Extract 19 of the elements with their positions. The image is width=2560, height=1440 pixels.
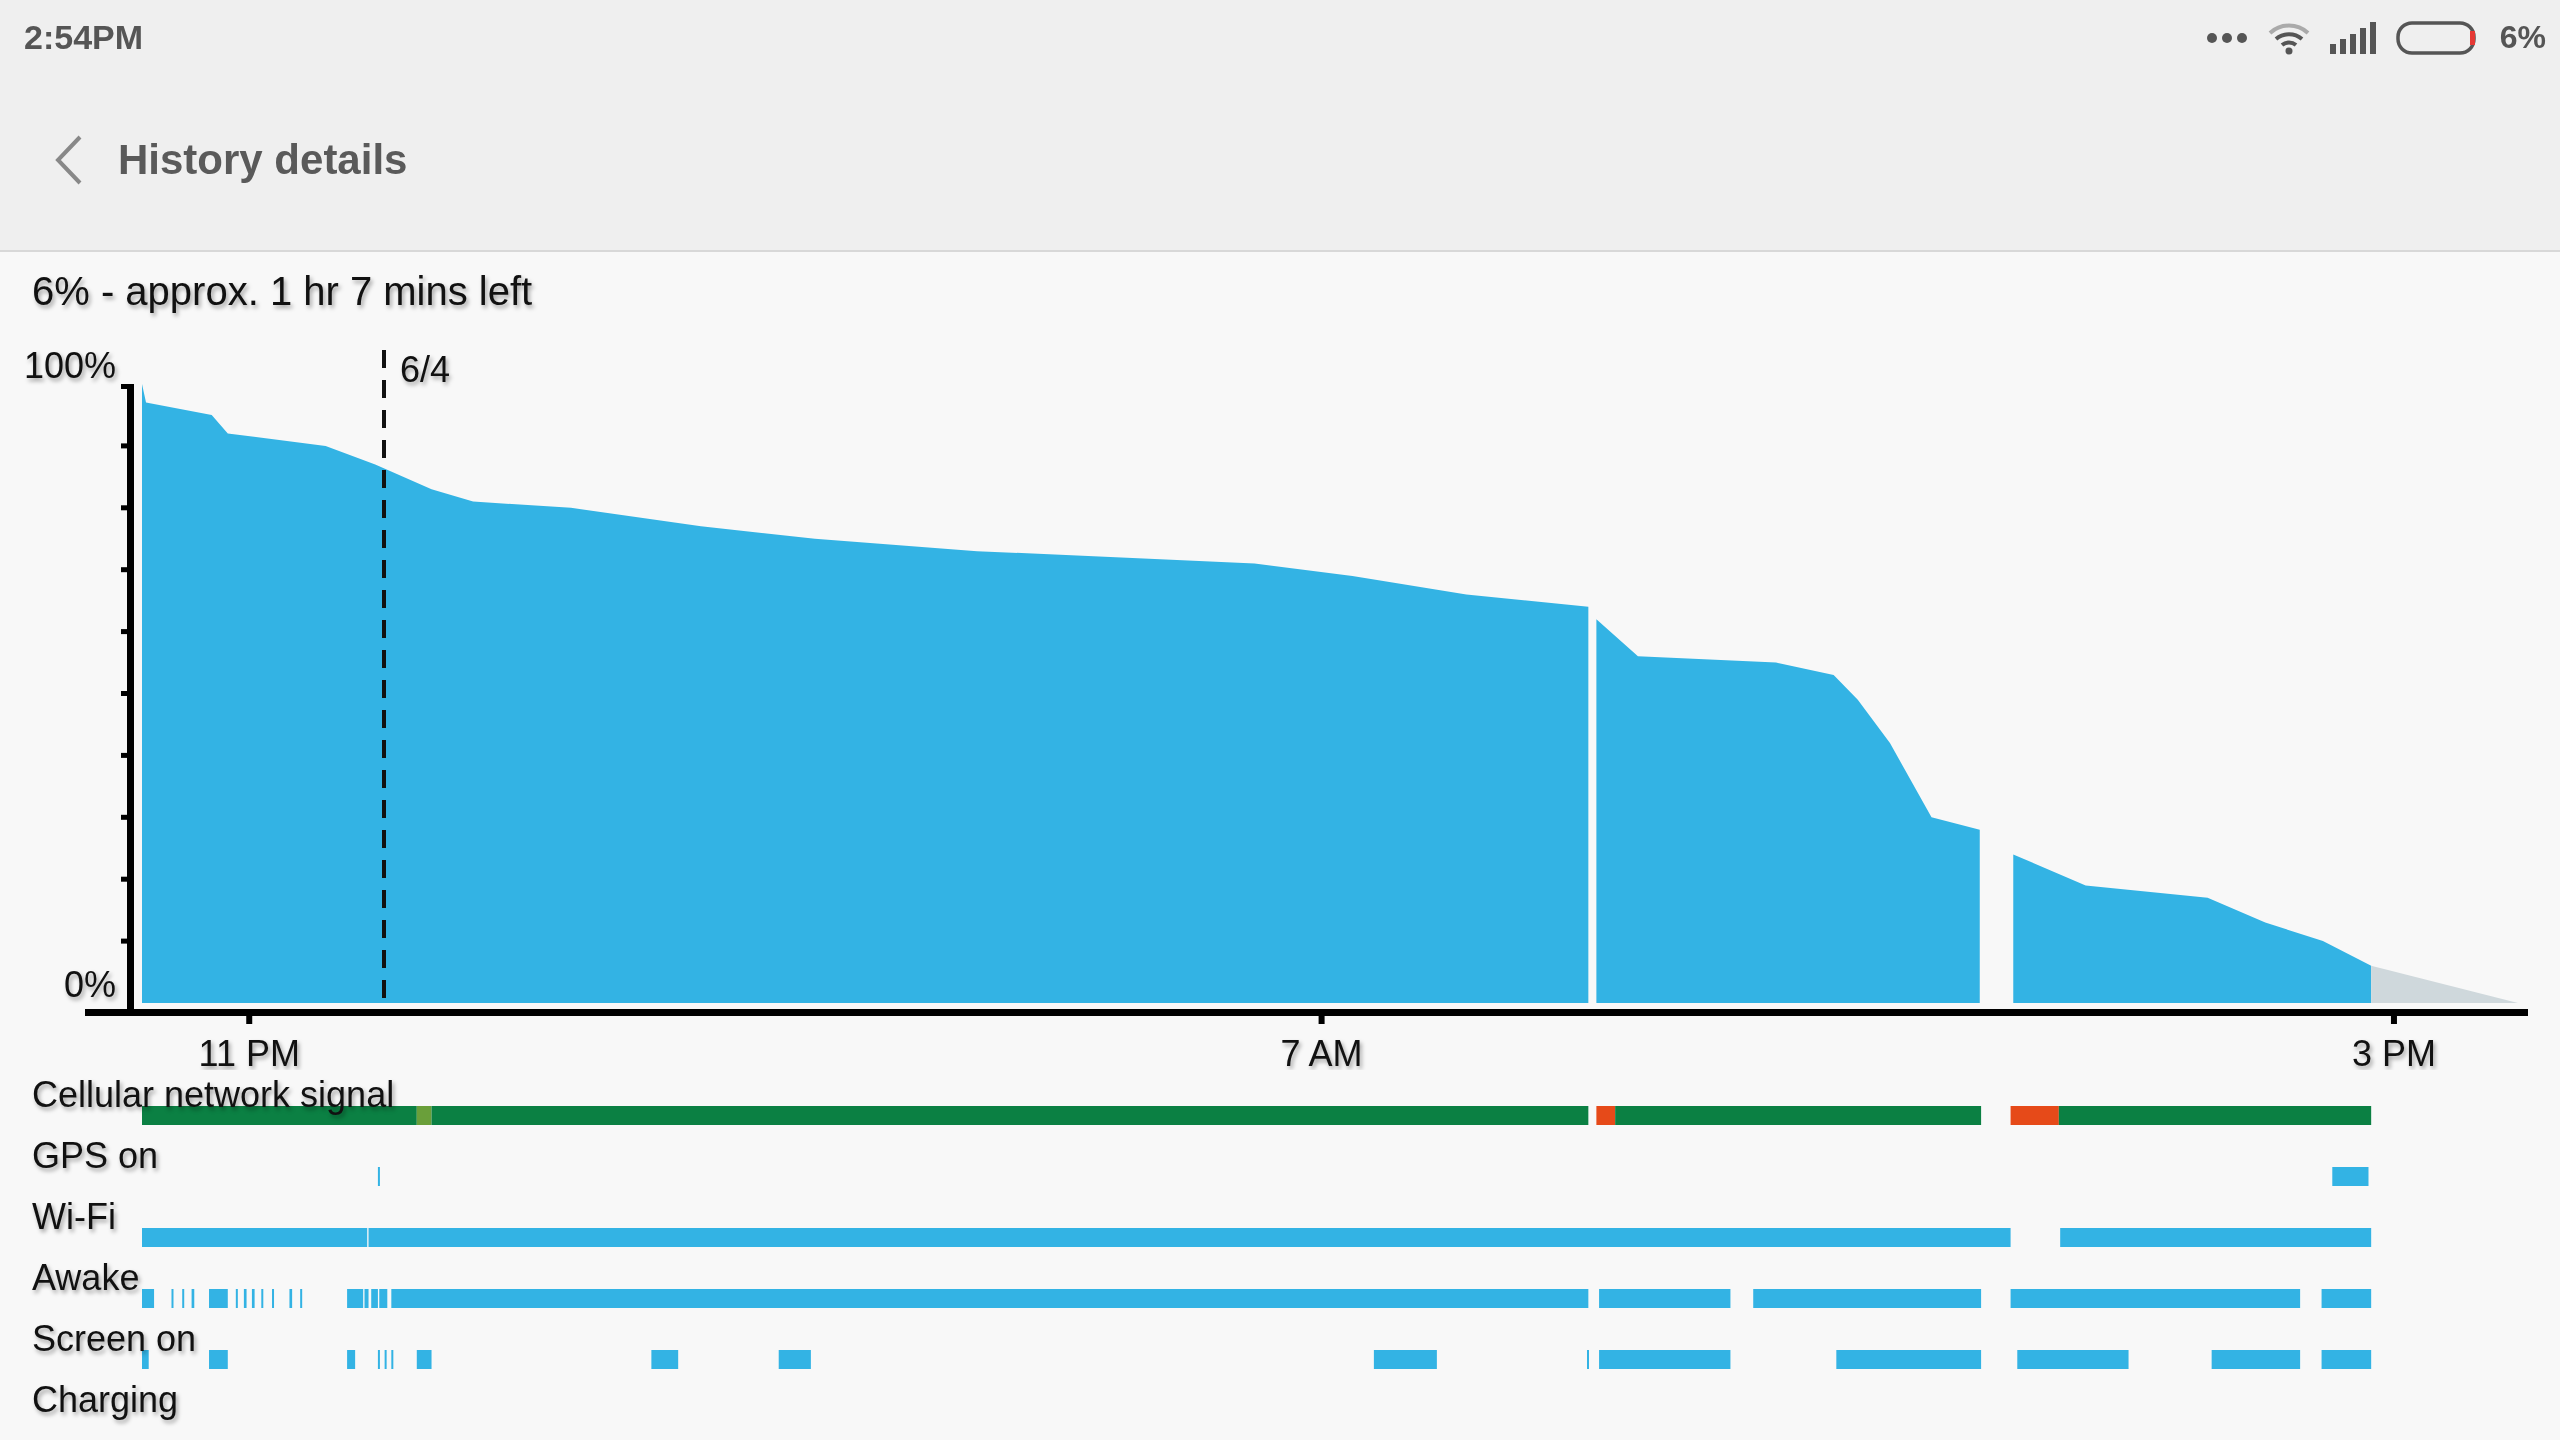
date-marker-label: 6/4: [400, 349, 451, 390]
track-label: GPS on: [32, 1135, 159, 1176]
y-axis-label: 0%: [63, 964, 116, 1005]
status-time: 2:54PM: [24, 18, 144, 57]
more-icon: [2205, 31, 2248, 44]
x-axis-label: 11 PM: [198, 1033, 300, 1070]
track-label: Awake: [32, 1257, 140, 1298]
back-icon[interactable]: [54, 133, 84, 186]
page-title: History details: [118, 135, 408, 184]
x-axis-label: 7 AM: [1280, 1033, 1363, 1070]
track-label: Cellular network signal: [32, 1074, 395, 1115]
track-label: Screen on: [32, 1318, 197, 1359]
battery-percentage: 6%: [2499, 19, 2546, 56]
y-axis-label: 100%: [23, 345, 116, 386]
track-label: Wi-Fi: [32, 1196, 116, 1237]
x-axis-label: 3 PM: [2351, 1033, 2436, 1070]
signal-icon: [2329, 21, 2376, 54]
track-label: Charging: [32, 1379, 179, 1420]
battery-estimate: 6% - approx. 1 hr 7 mins left: [32, 268, 533, 314]
